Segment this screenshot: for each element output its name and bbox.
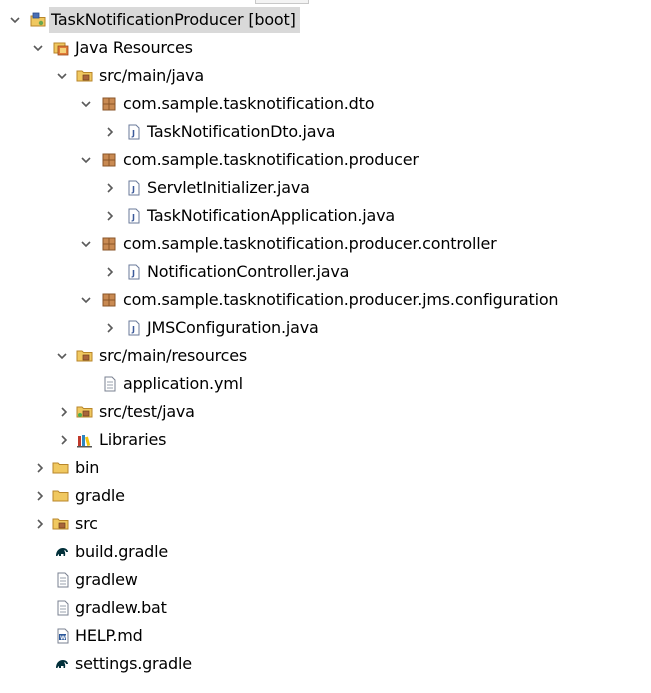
- svg-text:J: J: [131, 325, 135, 334]
- tree-item-label: TaskNotificationApplication.java: [147, 206, 395, 225]
- tree-item-help-md[interactable]: W HELP.md: [0, 622, 651, 650]
- tree-item-src-main-resources[interactable]: src/main/resources: [0, 342, 651, 370]
- tree-item-src[interactable]: src: [0, 510, 651, 538]
- tree-item-gradle-folder[interactable]: gradle: [0, 482, 651, 510]
- java-file-icon: J: [125, 118, 143, 146]
- tree-item-label: application.yml: [123, 374, 243, 393]
- tree-item-project[interactable]: TaskNotificationProducer [boot]: [0, 6, 651, 34]
- chevron-down-icon[interactable]: [7, 6, 23, 34]
- tree-item-file-controller[interactable]: J NotificationController.java: [0, 258, 651, 286]
- source-folder-icon: [76, 342, 94, 370]
- tree-item-package-producer[interactable]: com.sample.tasknotification.producer: [0, 146, 651, 174]
- gradle-elephant-icon: [53, 538, 71, 566]
- tree-item-file-application[interactable]: J TaskNotificationApplication.java: [0, 202, 651, 230]
- svg-text:J: J: [131, 213, 135, 222]
- tree-item-label: build.gradle: [75, 542, 169, 561]
- tree-item-file-servlet[interactable]: J ServletInitializer.java: [0, 174, 651, 202]
- chevron-right-icon[interactable]: [32, 510, 48, 538]
- tree-item-build-gradle[interactable]: build.gradle: [0, 538, 651, 566]
- chevron-right-icon[interactable]: [56, 426, 72, 454]
- tree-item-label: settings.gradle: [75, 654, 192, 673]
- java-file-icon: J: [125, 202, 143, 230]
- folder-icon: [52, 454, 70, 482]
- text-file-icon: [101, 370, 119, 398]
- tree-item-label: gradlew.bat: [75, 598, 167, 617]
- tree-item-label: com.sample.tasknotification.producer.con…: [123, 234, 497, 253]
- tree-item-file-application-yml[interactable]: application.yml: [0, 370, 651, 398]
- package-icon: [100, 230, 118, 258]
- tree-item-label: bin: [75, 458, 100, 477]
- test-source-folder-icon: [76, 398, 94, 426]
- chevron-right-icon[interactable]: [102, 202, 118, 230]
- tree-item-file-dto[interactable]: J TaskNotificationDto.java: [0, 118, 651, 146]
- chevron-right-icon[interactable]: [102, 258, 118, 286]
- chevron-down-icon[interactable]: [54, 62, 70, 90]
- tree-item-gradlew[interactable]: gradlew: [0, 566, 651, 594]
- tree-item-label: com.sample.tasknotification.producer: [123, 150, 419, 169]
- package-icon: [100, 90, 118, 118]
- chevron-down-icon[interactable]: [78, 286, 94, 314]
- tree-item-label: gradle: [75, 486, 125, 505]
- tree-item-label: Java Resources: [75, 38, 193, 57]
- chevron-right-icon[interactable]: [32, 454, 48, 482]
- svg-text:J: J: [131, 185, 135, 194]
- tree-item-gradlew-bat[interactable]: gradlew.bat: [0, 594, 651, 622]
- tree-item-label: src/main/resources: [99, 346, 248, 365]
- tree-item-file-jms-configuration[interactable]: J JMSConfiguration.java: [0, 314, 651, 342]
- tree-item-label: Libraries: [99, 430, 167, 449]
- tree-item-package-jms-configuration[interactable]: com.sample.tasknotification.producer.jms…: [0, 286, 651, 314]
- tree-item-libraries[interactable]: Libraries: [0, 426, 651, 454]
- package-icon: [100, 146, 118, 174]
- tree-item-label: NotificationController.java: [147, 262, 350, 281]
- gradle-elephant-icon: [53, 650, 71, 678]
- tree-item-label: gradlew: [75, 570, 138, 589]
- tree-item-label: TaskNotificationProducer [boot]: [49, 7, 300, 33]
- tree-item-label: JMSConfiguration.java: [147, 318, 319, 337]
- java-resources-icon: [52, 34, 70, 62]
- project-explorer-tree: TaskNotificationProducer [boot] Java Res…: [0, 0, 651, 693]
- text-file-icon: [54, 594, 72, 622]
- chevron-right-icon[interactable]: [56, 398, 72, 426]
- libraries-icon: [76, 426, 94, 454]
- tree-item-package-controller[interactable]: com.sample.tasknotification.producer.con…: [0, 230, 651, 258]
- source-folder-icon: [76, 62, 94, 90]
- chevron-right-icon[interactable]: [102, 174, 118, 202]
- chevron-down-icon[interactable]: [54, 342, 70, 370]
- chevron-down-icon[interactable]: [78, 90, 94, 118]
- project-icon: [29, 6, 47, 34]
- tree-item-label: src: [75, 514, 98, 533]
- tree-item-java-resources[interactable]: Java Resources: [0, 34, 651, 62]
- svg-text:J: J: [131, 269, 135, 278]
- tree-item-label: src/main/java: [99, 66, 205, 85]
- tree-item-label: HELP.md: [75, 626, 143, 645]
- chevron-right-icon[interactable]: [32, 482, 48, 510]
- tree-item-label: com.sample.tasknotification.dto: [123, 94, 375, 113]
- tree-item-bin[interactable]: bin: [0, 454, 651, 482]
- tree-item-label: com.sample.tasknotification.producer.jms…: [123, 290, 559, 309]
- package-icon: [100, 286, 118, 314]
- tree-item-settings-gradle[interactable]: settings.gradle: [0, 650, 651, 678]
- tree-item-package-dto[interactable]: com.sample.tasknotification.dto: [0, 90, 651, 118]
- source-folder-icon: [52, 510, 70, 538]
- tree-item-src-main-java[interactable]: src/main/java: [0, 62, 651, 90]
- chevron-right-icon[interactable]: [102, 314, 118, 342]
- tree-item-label: ServletInitializer.java: [147, 178, 310, 197]
- chevron-right-icon[interactable]: [102, 118, 118, 146]
- tree-item-label: src/test/java: [99, 402, 195, 421]
- svg-text:W: W: [60, 635, 66, 641]
- tree-item-label: TaskNotificationDto.java: [147, 122, 336, 141]
- previous-item-fragment: [255, 0, 309, 4]
- chevron-down-icon[interactable]: [78, 230, 94, 258]
- svg-text:J: J: [131, 129, 135, 138]
- chevron-down-icon[interactable]: [30, 34, 46, 62]
- text-file-icon: [54, 566, 72, 594]
- folder-icon: [52, 482, 70, 510]
- java-file-icon: J: [125, 314, 143, 342]
- tree-item-src-test-java[interactable]: src/test/java: [0, 398, 651, 426]
- java-file-icon: J: [125, 174, 143, 202]
- word-file-icon: W: [54, 622, 72, 650]
- chevron-down-icon[interactable]: [78, 146, 94, 174]
- java-file-icon: J: [125, 258, 143, 286]
